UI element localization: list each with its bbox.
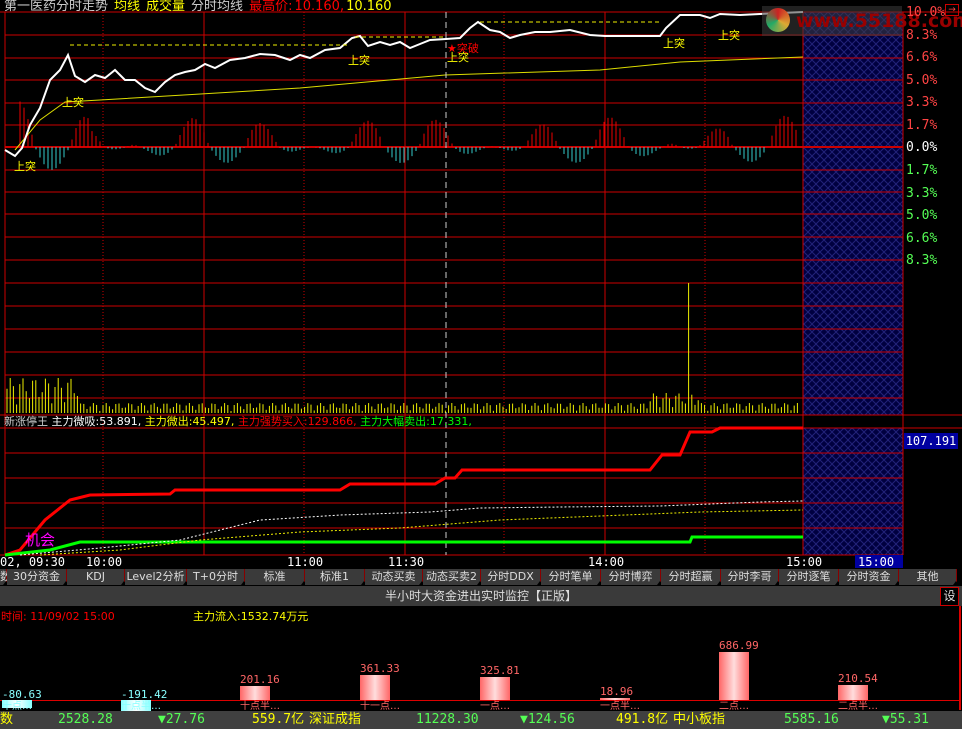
tab-1[interactable]: 30分资金 (7, 569, 69, 585)
axis-label-up: 6.6% (906, 50, 938, 65)
strong-buy-label: 主力强势买入: (237, 415, 308, 428)
micro-sell-line (39, 509, 804, 556)
tab-13[interactable]: 分时李哥 (721, 569, 781, 585)
signal-label: 上突 (663, 37, 685, 50)
tab-0[interactable]: 数 (0, 569, 11, 585)
axis-label-down: 5.0% (906, 208, 938, 223)
time-label: 14:00 (588, 555, 625, 569)
micro-buy-label: 主力微吸: (51, 415, 100, 428)
micro-sell-value: 45.497, (192, 415, 235, 428)
main-inflow: 主力流入:1532.74万元 (193, 610, 309, 623)
settings-button[interactable]: 设 (940, 587, 959, 606)
indicator-legend: 新涨停王 主力微吸:53.891, 主力微出:45.497, 主力强势买入:12… (4, 415, 472, 428)
axis-label-down: 6.6% (906, 230, 938, 246)
flow-period-label: 十点半… (121, 701, 161, 712)
strong-buy-line (4, 426, 803, 557)
sz-amount: 491.8亿 (616, 712, 669, 727)
tab-5[interactable]: 标准 (245, 569, 307, 585)
axis-label-down: 3.3% (906, 185, 938, 201)
breakthrough-label: ★突破 (447, 42, 479, 55)
price-line (4, 11, 804, 158)
time-label: 11:30 (388, 555, 425, 569)
flow-value: 325.81 (480, 664, 520, 678)
flow-value: 686.99 (719, 639, 759, 652)
signal-label: 上突 (14, 160, 36, 173)
tab-4[interactable]: T+0分时 (187, 569, 247, 585)
big-sell-label: 主力大幅卖出: (360, 415, 430, 428)
cursor-time-box: 15:00 (858, 555, 895, 569)
expand-arrow-icon[interactable]: → (945, 4, 959, 16)
time-label: 11:00 (287, 555, 324, 569)
flow-period-label: 十点… (2, 701, 32, 712)
flow-bar (719, 652, 749, 700)
big-sell-value: 17.331, (429, 415, 472, 428)
signal-label: 上突 (62, 96, 84, 109)
time-label: 10:00 (86, 555, 123, 569)
opportunity-label: 机会 (25, 531, 56, 549)
flow-value: 201.16 (240, 672, 280, 686)
axis-label-up: 10.0% (906, 5, 946, 20)
high-value-2: 10.160 (346, 0, 392, 14)
tab-12[interactable]: 分时超赢 (661, 569, 723, 585)
flow-period-label: 一点… (480, 701, 510, 712)
axis-label-up: 8.3% (906, 27, 938, 43)
indicator-name: 新涨停王 (4, 415, 48, 428)
axis-label-down: 8.3% (906, 253, 938, 268)
indicator-current-value: 107.191 (904, 433, 958, 449)
intraday-chart[interactable] (0, 0, 962, 568)
axis-label-up: 3.3% (906, 95, 938, 110)
high-value-1: 10.160, (294, 0, 345, 14)
axis-label-up: 1.7% (906, 117, 938, 133)
chart-header: 第一医药分时走势 均线 成交量 分时均线 最高价: 10.160, 10.160 (4, 0, 398, 14)
tab-6[interactable]: 标准1 (305, 569, 367, 585)
micro-sell-label: 主力微出: (144, 415, 193, 428)
sz-name[interactable]: 深证成指 (309, 711, 361, 729)
strong-buy-value: 129.866, (307, 415, 357, 428)
sh-change: ▼27.76 (158, 712, 205, 727)
smb-name[interactable]: 中小板指 (673, 711, 725, 729)
tab-10[interactable]: 分时笔单 (541, 569, 603, 585)
panel-time: 时间: 11/09/02 15:00 (1, 610, 115, 623)
smb-change: ▼55.31 (882, 712, 929, 727)
panel-title: 半小时大资金进出实时监控【正版】 (384, 589, 577, 603)
chart-title: 第一医药分时走势 (4, 0, 109, 14)
legend-time-avg: 分时均线 (191, 0, 244, 14)
index-name: 数 (0, 712, 14, 727)
flow-period-label: 二点… (719, 701, 749, 712)
sz-index: 11228.30 (416, 712, 479, 727)
tab-14[interactable]: 分时逐笔 (779, 569, 841, 585)
time-label: 02, 09:30 (0, 555, 66, 569)
flow-period-label: 一点半… (600, 701, 640, 712)
sh-index: 2528.28 (58, 712, 113, 727)
axis-label-up: 5.0% (906, 72, 938, 88)
tab-8[interactable]: 动态买卖2 (423, 569, 483, 585)
sh-amount: 559.7亿 (252, 712, 305, 727)
high-label: 最高价: (249, 0, 293, 14)
watermark-logo: www.55188.com (762, 6, 962, 36)
signal-label: 上突 (348, 54, 370, 67)
time-label: 15:00 (786, 555, 823, 569)
flow-period-label: 二点半… (838, 701, 878, 712)
tab-7[interactable]: 动态买卖 (365, 569, 425, 585)
tab-15[interactable]: 分时资金 (839, 569, 901, 585)
smb-index: 5585.16 (784, 712, 839, 727)
axis-label-down: 1.7% (906, 163, 938, 178)
flow-period-label: 十点半… (240, 701, 280, 712)
legend-avg: 均线 (114, 0, 141, 14)
tab-2[interactable]: KDJ (67, 569, 127, 585)
micro-buy-value: 53.891, (99, 415, 142, 428)
tab-3[interactable]: Level2分析 (125, 569, 189, 585)
axis-label-up: 0.0% (906, 140, 938, 155)
index-status-bar: 数 2528.28 ▼27.76 559.7亿 深证成指 11228.30 ▼1… (0, 711, 962, 729)
signal-label: 上突 (718, 29, 740, 42)
flow-period-label: 十一点… (360, 701, 400, 712)
panel-title-bar: 半小时大资金进出实时监控【正版】 (0, 586, 962, 606)
tab-16[interactable]: 其他 (899, 569, 959, 585)
legend-volume: 成交量 (146, 0, 186, 14)
tab-9[interactable]: 分时DDX (481, 569, 543, 585)
sz-change: ▼124.56 (520, 712, 575, 727)
flow-value: 361.33 (360, 661, 400, 675)
tab-11[interactable]: 分时博弈 (601, 569, 663, 585)
flow-value: 210.54 (838, 672, 878, 686)
